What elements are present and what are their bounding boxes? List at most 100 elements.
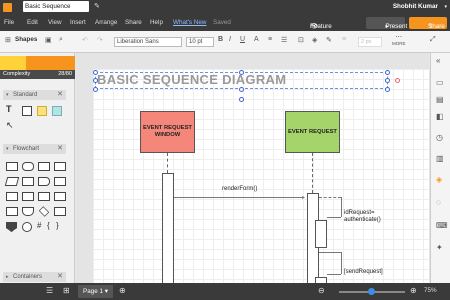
bracket-shape-icon[interactable]: {	[47, 221, 50, 230]
block-shape-icon[interactable]	[52, 106, 62, 116]
chat-icon[interactable]: ◌	[436, 198, 441, 207]
font-size-select[interactable]: 10 pt	[186, 37, 214, 47]
zoom-slider-knob[interactable]	[368, 288, 375, 295]
self-call-line[interactable]	[327, 274, 341, 275]
selection-handle[interactable]	[93, 70, 98, 75]
selection-handle[interactable]	[239, 70, 244, 75]
diagram-canvas[interactable]: BASIC SEQUENCE DIAGRAM EVENT REQUEST WIN…	[76, 53, 429, 283]
predefined-shape-icon[interactable]	[38, 162, 50, 171]
zoom-out-icon[interactable]: ⊖	[318, 286, 325, 295]
self-call-line[interactable]	[327, 217, 341, 218]
diagram-page[interactable]	[93, 69, 429, 283]
magic-icon[interactable]: ✦	[436, 243, 443, 252]
close-icon[interactable]: ✕	[57, 90, 63, 100]
whats-new-link[interactable]: What's New	[173, 19, 206, 26]
pencil-icon[interactable]: ✎	[94, 2, 100, 10]
message-render-form[interactable]: renderForm()	[222, 186, 257, 192]
menu-edit[interactable]: Edit	[27, 19, 38, 26]
selection-handle[interactable]	[93, 78, 98, 83]
db-shape-icon[interactable]	[22, 207, 34, 216]
share-button[interactable]: ⇪ Share	[409, 17, 447, 30]
self-call-line[interactable]	[319, 197, 341, 198]
present-button[interactable]: ▸ Present	[366, 17, 407, 30]
self-call-line[interactable]	[319, 252, 341, 253]
underline-icon[interactable]: U	[240, 36, 245, 43]
prep-shape-icon[interactable]	[6, 207, 18, 216]
crop-icon[interactable]: ⊡	[298, 36, 304, 44]
note-shape-icon[interactable]	[37, 106, 47, 116]
menu-file[interactable]: File	[4, 19, 14, 26]
section-containers[interactable]: ▸ Containers ✕	[3, 272, 66, 282]
page-icon[interactable]: ▭	[436, 78, 444, 87]
actor-event-request-window[interactable]: EVENT REQUEST WINDOW	[140, 111, 195, 153]
section-standard[interactable]: ▾ Standard ✕	[3, 90, 66, 100]
text-color-icon[interactable]: A	[254, 36, 259, 43]
zoom-level[interactable]: 75%	[424, 287, 437, 294]
line-style-icon[interactable]: ≡	[342, 36, 346, 43]
bold-icon[interactable]: B	[218, 36, 223, 43]
shapes-grid-icon[interactable]: ⊞	[5, 36, 11, 44]
data-shape-icon[interactable]	[4, 177, 20, 186]
brace-shape-icon[interactable]: }	[56, 221, 59, 230]
message-authenticate[interactable]: idRequest= authenticate()	[344, 210, 394, 224]
manual-input-shape-icon[interactable]	[54, 192, 66, 201]
selection-handle[interactable]	[385, 70, 390, 75]
section-flowchart[interactable]: ▾ Flowchart ✕	[3, 144, 66, 154]
terminator-shape-icon[interactable]	[22, 162, 34, 171]
self-call-activation[interactable]	[315, 220, 327, 248]
actor-event-request[interactable]: EVENT REQUEST	[285, 111, 340, 153]
align-icon[interactable]: ≡	[268, 36, 272, 43]
selection-handle[interactable]	[239, 87, 244, 92]
line-tool-icon[interactable]: ↖	[6, 120, 14, 131]
list-icon[interactable]: ☰	[281, 36, 287, 44]
zoom-in-icon[interactable]: ⊕	[410, 286, 417, 295]
font-select[interactable]: Liberation Sans	[114, 37, 182, 47]
grid-view-icon[interactable]: ⊞	[63, 286, 70, 295]
document-shape-icon[interactable]	[54, 162, 66, 171]
menu-arrange[interactable]: Arrange	[95, 19, 117, 26]
text-tool-icon[interactable]: T	[6, 104, 12, 114]
line-color-icon[interactable]: ✎	[326, 36, 332, 44]
process-shape-icon[interactable]	[6, 162, 18, 171]
rotate-handle[interactable]	[395, 78, 400, 83]
user-name[interactable]: Shobhit Kumar	[393, 3, 438, 10]
presentation-icon[interactable]: ◧	[436, 112, 444, 121]
diagram-title[interactable]: BASIC SEQUENCE DIAGRAM	[97, 72, 286, 87]
user-caret-icon[interactable]: ▾	[444, 4, 447, 10]
selection-handle[interactable]	[93, 87, 98, 92]
close-icon[interactable]: ✕	[57, 272, 63, 282]
menu-help[interactable]: Help	[150, 19, 163, 26]
selection-handle[interactable]	[385, 87, 390, 92]
add-page-icon[interactable]: ⊕	[119, 286, 126, 295]
history-icon[interactable]: ◷	[436, 133, 443, 142]
rect-shape-icon[interactable]	[22, 106, 32, 116]
close-icon[interactable]: ✕	[57, 144, 63, 154]
activation-bar-window[interactable]	[162, 173, 174, 283]
fill-icon[interactable]: ◈	[312, 36, 317, 44]
storage-shape-icon[interactable]	[38, 192, 50, 201]
theme-icon[interactable]: ◈	[436, 175, 442, 184]
selection-handle[interactable]	[385, 78, 390, 83]
message-send-request[interactable]: [sendRequest]	[344, 269, 383, 275]
manual-op-shape-icon[interactable]	[22, 177, 34, 186]
fullscreen-icon[interactable]: ⤢	[430, 36, 436, 44]
search-icon[interactable]: ⌕	[59, 36, 63, 44]
layers-icon[interactable]: ▥	[436, 154, 444, 163]
selection-handle[interactable]	[239, 97, 244, 102]
italic-icon[interactable]: I	[229, 36, 231, 43]
offpage-shape-icon[interactable]	[6, 222, 17, 232]
display-shape-icon[interactable]	[54, 177, 66, 186]
data-icon[interactable]: ⌨	[436, 221, 448, 230]
connector-shape-icon[interactable]	[22, 222, 32, 232]
line-width-select[interactable]: 2 px	[358, 37, 382, 47]
undo-icon[interactable]: ↶	[82, 36, 88, 44]
shapes-label[interactable]: Shapes	[15, 36, 37, 43]
redo-icon[interactable]: ↷	[97, 36, 103, 44]
app-logo-icon[interactable]	[3, 3, 12, 12]
hash-shape-icon[interactable]: #	[37, 221, 41, 230]
list-view-icon[interactable]: ☰	[46, 286, 53, 295]
card-shape-icon[interactable]	[6, 192, 18, 201]
menu-insert[interactable]: Insert	[70, 19, 86, 26]
more-button[interactable]: ⋯ MORE	[392, 34, 406, 47]
tape-shape-icon[interactable]	[22, 192, 34, 201]
